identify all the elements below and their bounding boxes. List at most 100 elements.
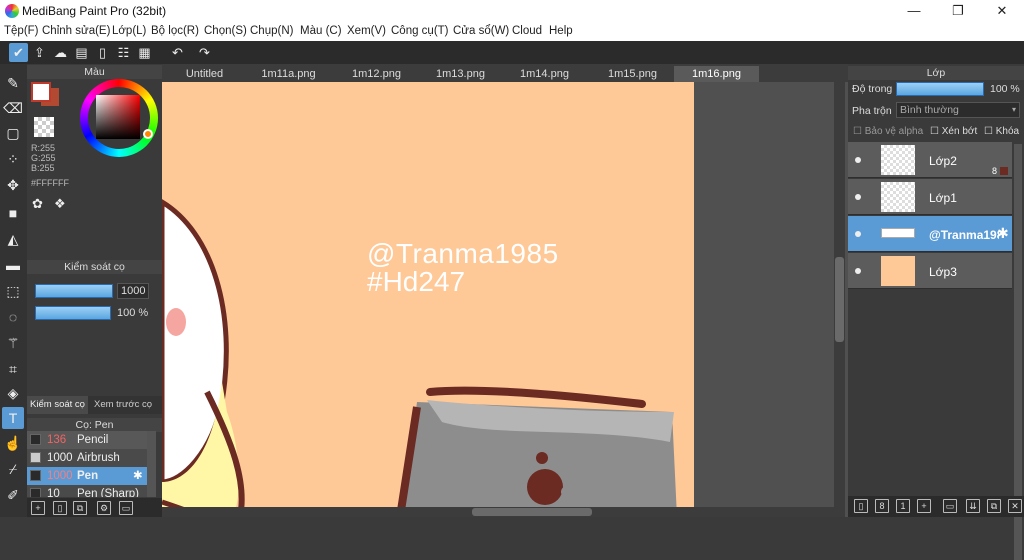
chat-icon[interactable]: ☁ <box>51 43 70 62</box>
transparent-swatch[interactable] <box>34 117 54 137</box>
new-halftone-layer-icon[interactable]: 8 <box>875 499 889 513</box>
menu-window[interactable]: Cửa sổ(W) <box>453 25 509 37</box>
brush-new-icon[interactable]: ▯ <box>53 501 67 515</box>
visibility-icon[interactable] <box>855 157 861 163</box>
menu-edit[interactable]: Chỉnh sửa(E) <box>42 25 110 37</box>
minimize-button[interactable]: — <box>892 0 936 22</box>
brush-item-airbrush[interactable]: 1000 Airbrush <box>27 449 147 467</box>
watermark-line1: @Tranma1985 <box>367 238 559 269</box>
brush-item-pen-sharp[interactable]: 10 Pen (Sharp) <box>27 485 147 497</box>
brush-item-pencil[interactable]: 136 Pencil <box>27 431 147 449</box>
gradient-tool-icon[interactable]: ▬ <box>2 254 24 276</box>
vertical-scroll-thumb[interactable] <box>835 257 844 342</box>
primary-color-swatch[interactable] <box>31 82 51 102</box>
blend-mode-select[interactable]: Bình thường ▾ <box>896 102 1020 118</box>
close-button[interactable]: ✕ <box>980 0 1024 22</box>
tab-untitled[interactable]: Untitled <box>162 66 247 82</box>
tab-1m13[interactable]: 1m13.png <box>418 66 503 82</box>
visibility-icon[interactable] <box>855 268 861 274</box>
select-pen-icon[interactable]: ⌗ <box>2 358 24 380</box>
menu-select[interactable]: Chọn(S) <box>204 25 247 37</box>
gear-icon[interactable]: ✱ <box>997 225 1009 242</box>
clipping-checkbox[interactable]: ☐ Xén bớt <box>930 126 977 137</box>
grid-icon[interactable]: ▦ <box>135 43 154 62</box>
brush-size-value[interactable]: 1000 <box>117 283 150 299</box>
menu-file[interactable]: Tệp(F) <box>4 25 39 37</box>
layer-row-text[interactable]: @Tranma1985 ✱ <box>848 216 1012 252</box>
menu-capture[interactable]: Chụp(N) <box>250 25 293 37</box>
drawing-canvas[interactable]: @Tranma1985 #Hd247 <box>162 82 694 517</box>
redo-icon[interactable]: ↷ <box>195 43 214 62</box>
brush-list-scrollbar[interactable] <box>147 431 156 497</box>
magic-wand-icon[interactable]: ⚚ <box>2 332 24 354</box>
layer-folder-icon[interactable]: ▭ <box>943 499 957 513</box>
horizontal-scroll-thumb[interactable] <box>472 508 592 516</box>
palette-settings-icon[interactable]: ❖ <box>54 196 69 211</box>
menu-filter[interactable]: Bộ lọc(R) <box>151 25 199 37</box>
menu-cloud[interactable]: Cloud <box>512 25 542 37</box>
brush-copy-icon[interactable]: ⧉ <box>73 501 87 515</box>
brush-add-icon[interactable]: + <box>31 501 45 515</box>
list-icon[interactable]: ☷ <box>114 43 133 62</box>
menu-color[interactable]: Màu (C) <box>300 25 342 37</box>
check-icon[interactable]: ✔ <box>9 43 28 62</box>
document-icon[interactable]: ▯ <box>93 43 112 62</box>
menu-tools[interactable]: Công cụ(T) <box>391 25 449 37</box>
select-eraser-icon[interactable]: ◈ <box>2 382 24 404</box>
brush-tool-icon[interactable]: ✎ <box>2 72 24 94</box>
undo-icon[interactable]: ↶ <box>168 43 187 62</box>
palette-icon[interactable]: ✿ <box>32 196 47 211</box>
lock-checkbox[interactable]: ☐ Khóa <box>984 126 1019 137</box>
merge-layer-icon[interactable]: ⇊ <box>966 499 980 513</box>
brush-settings-icon[interactable]: ⚙ <box>97 501 111 515</box>
operation-tool-icon[interactable]: ☝ <box>2 432 24 454</box>
brush-folder-icon[interactable]: ▭ <box>119 501 133 515</box>
new-layer-icon[interactable]: ▯ <box>854 499 868 513</box>
canvas-horizontal-scrollbar[interactable] <box>162 507 834 517</box>
brush-item-pen[interactable]: 1000 Pen ✱ <box>27 467 147 485</box>
add-layer-menu-icon[interactable]: + <box>917 499 931 513</box>
color-wheel[interactable] <box>80 79 158 157</box>
select-rect-icon[interactable]: ⬚ <box>2 280 24 302</box>
new-1bit-layer-icon[interactable]: 1 <box>896 499 910 513</box>
layer-panel: Lớp Độ trong 100 % Pha trộn Bình thường ▾… <box>848 64 1024 560</box>
dots-tool-icon[interactable]: ⁘ <box>2 148 24 170</box>
protect-alpha-checkbox[interactable]: ☐ Bảo vệ alpha <box>853 126 923 137</box>
eraser-tool-icon[interactable]: ⌫ <box>2 97 24 119</box>
menu-help[interactable]: Help <box>549 25 573 37</box>
lasso-tool-icon[interactable]: ◌ <box>2 306 24 328</box>
tab-1m12[interactable]: 1m12.png <box>334 66 419 82</box>
visibility-icon[interactable] <box>855 194 861 200</box>
comment-icon[interactable]: ▤ <box>72 43 91 62</box>
color-panel-title: Màu <box>27 65 162 79</box>
layer-opacity-slider[interactable] <box>896 82 984 96</box>
dropper-tool-icon[interactable]: ⌿ <box>2 458 24 480</box>
tab-brush-control[interactable]: Kiểm soát cọ <box>27 396 88 414</box>
duplicate-layer-icon[interactable]: ⧉ <box>987 499 1001 513</box>
saturation-square[interactable] <box>96 95 140 139</box>
upload-icon[interactable]: ⇪ <box>30 43 49 62</box>
brush-opacity-slider[interactable] <box>35 306 111 320</box>
move-tool-icon[interactable]: ✥ <box>2 174 24 196</box>
maximize-button[interactable]: ❐ <box>936 0 980 22</box>
delete-layer-icon[interactable]: ✕ <box>1008 499 1022 513</box>
canvas-vertical-scrollbar[interactable] <box>834 82 845 517</box>
brush-size-slider[interactable] <box>35 284 113 298</box>
layer-row-lop1[interactable]: Lớp1 <box>848 179 1012 215</box>
tab-1m14[interactable]: 1m14.png <box>502 66 587 82</box>
text-tool-icon[interactable]: T <box>2 407 24 429</box>
tab-brush-preview[interactable]: Xem trước cọ <box>88 396 158 414</box>
pen-tool-icon[interactable]: ✐ <box>2 484 24 506</box>
menu-view[interactable]: Xem(V) <box>347 25 386 37</box>
tab-1m11a[interactable]: 1m11a.png <box>246 66 331 82</box>
rect-tool-icon[interactable]: ▢ <box>2 122 24 144</box>
visibility-icon[interactable] <box>855 231 861 237</box>
hue-handle[interactable] <box>143 129 153 139</box>
fill-rect-tool-icon[interactable]: ■ <box>2 202 24 224</box>
menu-layer[interactable]: Lớp(L) <box>112 25 146 37</box>
tab-1m16[interactable]: 1m16.png <box>674 66 759 82</box>
bucket-tool-icon[interactable]: ◭ <box>2 228 24 250</box>
layer-row-lop3[interactable]: Lớp3 <box>848 253 1012 289</box>
tab-1m15[interactable]: 1m15.png <box>590 66 675 82</box>
layer-row-lop2[interactable]: Lớp2 8 <box>848 142 1012 178</box>
